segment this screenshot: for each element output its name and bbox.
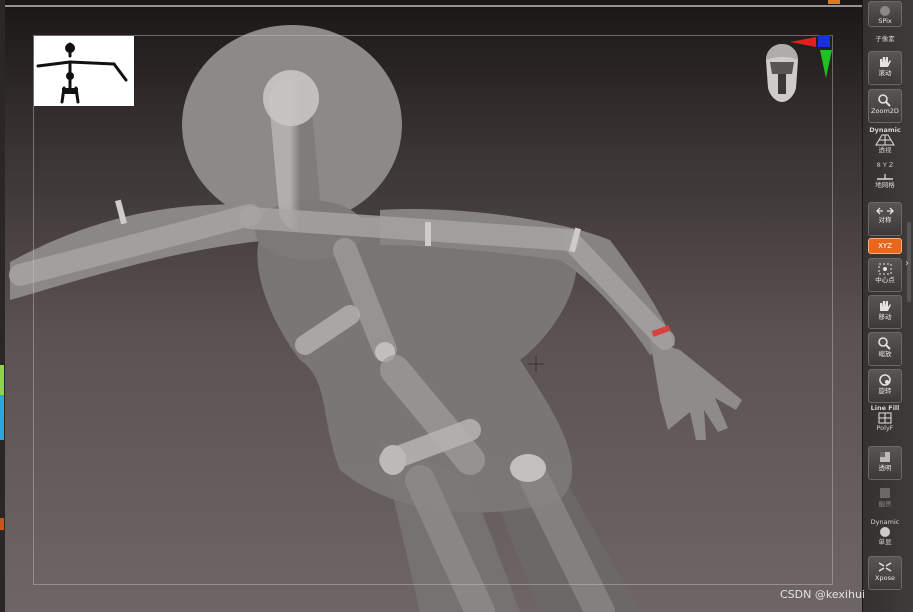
floor-icon bbox=[877, 174, 893, 180]
dynamic-perspective-button[interactable]: Dynamic 透视 bbox=[868, 126, 902, 160]
solo-label: 单显 bbox=[878, 538, 892, 546]
pan-hand-icon bbox=[880, 301, 891, 311]
zoom-icon bbox=[878, 337, 891, 350]
center-point-button[interactable]: 中心点 bbox=[868, 258, 902, 292]
xpose-icon bbox=[878, 562, 892, 572]
stick-figure-icon bbox=[36, 42, 128, 104]
local-label: 对称 bbox=[878, 216, 892, 224]
dynamic-caption: Dynamic bbox=[869, 126, 901, 134]
solo-sphere-icon bbox=[880, 527, 890, 537]
polyf-label: PolyF bbox=[876, 424, 894, 432]
xpose-button[interactable]: Xpose bbox=[868, 556, 902, 590]
left-edge-strip bbox=[0, 0, 5, 612]
move-button[interactable]: 滚动 bbox=[868, 51, 902, 85]
watermark: CSDN @kexihui bbox=[780, 588, 865, 601]
pan-button[interactable]: 移动 bbox=[868, 295, 902, 329]
polyframe-icon bbox=[878, 412, 892, 424]
magnifier-icon bbox=[878, 94, 891, 107]
center-label: 中心点 bbox=[875, 276, 895, 284]
center-icon bbox=[878, 263, 892, 275]
axis-label: 8 Y Z bbox=[876, 161, 894, 169]
pan-label: 移动 bbox=[878, 313, 892, 321]
ghost-icon bbox=[880, 488, 890, 498]
ghost-label: 幽灵 bbox=[878, 500, 892, 508]
hand-icon bbox=[880, 57, 891, 67]
xyz-label: XYZ bbox=[878, 242, 892, 250]
ghost-button[interactable]: 幽灵 bbox=[868, 483, 902, 517]
subpixel-label: 子像素 bbox=[875, 35, 895, 43]
floor-grid-button[interactable]: 地网格 bbox=[868, 170, 902, 196]
line-fill-caption: Line Fill bbox=[870, 404, 900, 412]
document-frame bbox=[33, 35, 833, 585]
xyz-button[interactable]: XYZ bbox=[868, 238, 902, 254]
spix-button[interactable]: SPix bbox=[868, 1, 902, 27]
polyf-button[interactable]: Line Fill PolyF bbox=[868, 404, 902, 440]
solo-button[interactable]: Dynamic 单显 bbox=[868, 518, 902, 554]
zoom2d-button[interactable]: Zoom2D bbox=[868, 89, 902, 123]
head-orientation-icon[interactable] bbox=[750, 30, 840, 120]
floor-label: 地网格 bbox=[875, 181, 895, 189]
perspective-grid-icon bbox=[875, 134, 895, 146]
dynamic-label: 透视 bbox=[878, 146, 892, 154]
solo-caption: Dynamic bbox=[870, 518, 900, 526]
move-label: 滚动 bbox=[878, 69, 892, 77]
scale-label: 缩放 bbox=[878, 350, 892, 358]
rotate-label: 旋转 bbox=[878, 387, 892, 395]
xpose-label: Xpose bbox=[875, 574, 895, 582]
transparency-icon bbox=[880, 452, 890, 462]
transparent-button[interactable]: 透明 bbox=[868, 446, 902, 480]
local-symmetry-button[interactable]: 对称 bbox=[868, 202, 902, 236]
scroll-arrow-icon[interactable]: › bbox=[905, 258, 909, 269]
scale-button[interactable]: 缩放 bbox=[868, 332, 902, 366]
rotate-button[interactable]: 旋转 bbox=[868, 369, 902, 403]
rotate-icon bbox=[879, 374, 891, 386]
spix-label: SPix bbox=[878, 17, 892, 25]
symmetry-arrows-icon bbox=[876, 207, 894, 215]
zoom2d-label: Zoom2D bbox=[871, 107, 899, 115]
right-toolbar: SPix 子像素 滚动 Zoom2D Dynamic 透视 8 Y Z 地网格 … bbox=[862, 0, 913, 612]
transparent-label: 透明 bbox=[878, 464, 892, 472]
spix-icon bbox=[880, 6, 890, 16]
3d-viewport[interactable] bbox=[0, 0, 862, 612]
stick-figure-thumbnail[interactable] bbox=[34, 36, 134, 106]
